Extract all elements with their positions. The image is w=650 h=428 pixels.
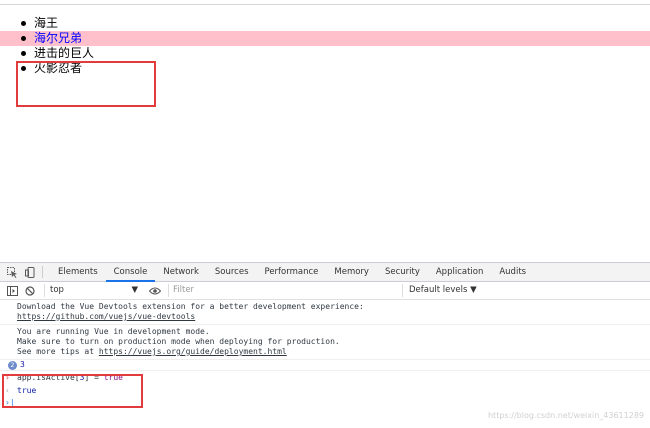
list-item-active[interactable]: 海尔兄弟 [0,31,650,46]
tab-sources[interactable]: Sources [207,263,257,282]
tab-memory[interactable]: Memory [326,263,377,282]
tab-console[interactable]: Console [105,263,156,282]
message-text: See more tips at [17,347,99,356]
bullet-icon [21,51,26,56]
tabbar-separator [42,266,43,278]
message-text: Make sure to turn on production mode whe… [17,337,340,346]
vue-devtools-link[interactable]: https://github.com/vuejs/vue-devtools [17,312,195,321]
context-select-value: top [50,285,64,295]
clear-console-icon[interactable] [24,285,36,297]
bullet-icon [21,21,26,26]
vue-devtools-message: Download the Vue Devtools extension for … [0,300,650,325]
message-text: You are running Vue in development mode. [17,327,210,336]
log-value-row: 2 3 [0,360,650,371]
console-toolbar: top ▼ Filter Default levels ▼ [0,282,650,300]
repeat-count-badge: 2 [8,360,17,370]
tab-audits[interactable]: Audits [491,263,534,282]
devtools-tabbar: Elements Console Network Sources Perform… [0,263,650,282]
tab-elements[interactable]: Elements [50,263,106,282]
device-toolbar-icon[interactable] [24,266,36,278]
tab-network[interactable]: Network [155,263,207,282]
log-value: 3 [20,360,25,369]
chevron-down-icon: ▼ [131,285,138,295]
vue-dev-mode-message: You are running Vue in development mode.… [0,325,650,360]
tab-application[interactable]: Application [428,263,492,282]
sidebar-toggle-icon[interactable] [6,285,18,297]
log-levels-dropdown[interactable]: Default levels ▼ [402,284,477,297]
tab-performance[interactable]: Performance [257,263,327,282]
vue-deployment-link[interactable]: https://vuejs.org/guide/deployment.html [99,347,287,356]
list-item[interactable]: 海王 [0,16,650,31]
context-select[interactable]: top ▼ [44,284,140,297]
message-text: Download the Vue Devtools extension for … [17,302,364,311]
list-item[interactable]: 进击的巨人 [0,46,650,61]
inspect-element-icon[interactable] [6,266,18,278]
page-top-border [0,4,650,5]
filter-input[interactable]: Filter [168,284,400,297]
bullet-icon [21,36,26,41]
tab-security[interactable]: Security [377,263,428,282]
live-expression-eye-icon[interactable] [148,287,162,295]
watermark-text: https://blog.csdn.net/weixin_43611289 [487,411,644,420]
highlight-box-page [16,61,156,107]
highlight-box-console [2,374,143,408]
